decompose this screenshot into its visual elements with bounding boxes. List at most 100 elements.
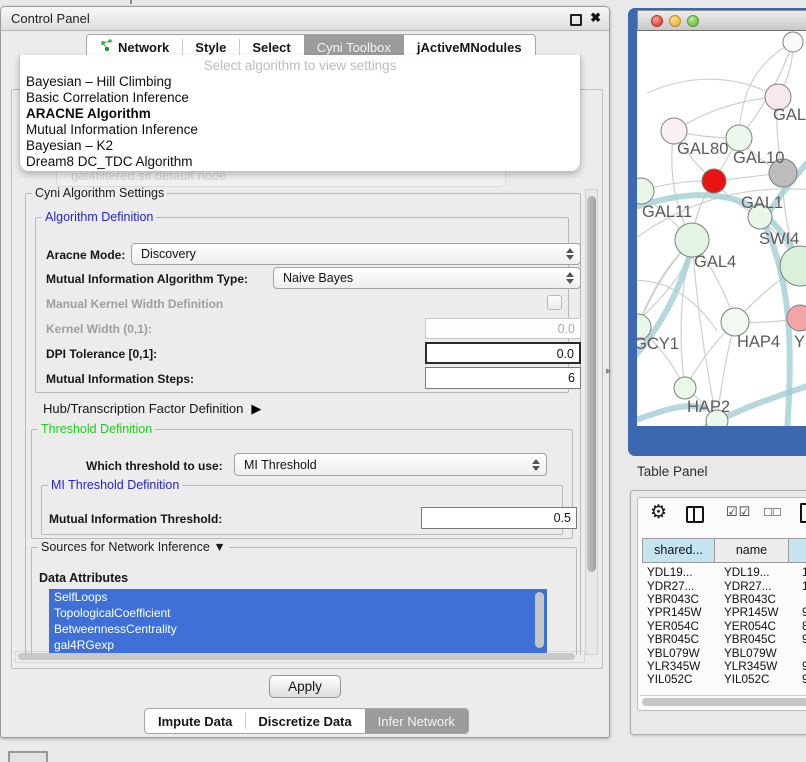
table-cell: YBL079W — [638, 647, 719, 660]
deselect-all-columns-icon[interactable]: □□ — [764, 504, 782, 519]
close-traffic-light-icon[interactable] — [651, 15, 663, 27]
export-table-icon[interactable] — [800, 503, 806, 523]
node-label-gcy1: GCY1 — [637, 335, 679, 353]
expand-arrow-icon: ▶ — [251, 401, 261, 416]
table-row[interactable]: YBR043CYBR043C — [638, 593, 806, 606]
network-node-gal1[interactable] — [702, 169, 726, 193]
network-canvas[interactable]: GALGAL80GAL10GAL1SWI4GAL11GAL4GCY1HAP4YH… — [637, 31, 806, 426]
combobox-arrows-icon — [562, 272, 580, 284]
mi-type-value: Naive Bayes — [283, 271, 562, 285]
network-tab-icon — [100, 39, 113, 55]
select-all-columns-icon[interactable]: ☑☑ — [726, 504, 751, 520]
table-cell: YPR145W — [638, 606, 719, 619]
node-label-hap2: HAP2 — [687, 398, 730, 416]
node-table: ⚙ ☑☑ □□ shared...name YDL19...YDL19...13… — [637, 497, 806, 711]
algorithm-option-bayesian-k2[interactable]: Bayesian – K2 — [20, 138, 580, 154]
table-row[interactable]: YDL19...YDL19...13 — [638, 566, 806, 579]
bottom-left-cut-widget — [8, 751, 48, 762]
network-window-titlebar[interactable] — [637, 10, 806, 31]
algorithm-dropdown-items: Bayesian – Hill ClimbingBasic Correlatio… — [20, 74, 580, 169]
tab-label: Style — [195, 40, 226, 55]
control-panel-titlebar[interactable]: Control Panel ✖ — [1, 7, 609, 31]
aracne-mode-combobox[interactable]: Discovery — [131, 243, 581, 265]
attribute-item-gal4rgexp[interactable]: gal4RGexp — [49, 637, 547, 653]
algorithm-option-bayesian-hill-climbing[interactable]: Bayesian – Hill Climbing — [20, 74, 580, 90]
table-cell: YER054C — [638, 620, 719, 633]
algorithm-definition-title: Algorithm Definition — [42, 210, 156, 225]
network-node-gal4[interactable] — [675, 223, 709, 257]
tab-infer-network[interactable]: Infer Network — [365, 709, 468, 733]
table-row[interactable]: YIL052CYIL052C9. — [638, 673, 806, 686]
kernel-width-field[interactable]: 0.0 — [425, 318, 581, 339]
table-cell: YLR345W — [719, 660, 796, 673]
table-cell: YLR345W — [638, 660, 719, 673]
column-header-name[interactable]: name — [714, 538, 789, 563]
dpi-tolerance-field[interactable]: 0.0 — [425, 342, 581, 364]
gear-icon[interactable]: ⚙ — [650, 502, 667, 524]
attribute-item-topologicalcoefficient[interactable]: TopologicalCoefficient — [49, 605, 547, 621]
node-label-y: Y — [794, 333, 805, 351]
sources-group-title: Sources for Network Inference ▼ — [38, 540, 229, 555]
mi-threshold-field[interactable]: 0.5 — [421, 507, 577, 529]
tab-discretize-data[interactable]: Discretize Data — [245, 709, 364, 733]
zoom-traffic-light-icon[interactable] — [687, 15, 699, 27]
network-node[interactable] — [783, 32, 803, 52]
aracne-mode-value: Discovery — [141, 247, 562, 261]
data-attributes-label: Data Attributes — [39, 571, 128, 585]
table-cell: YDL19... — [638, 566, 719, 579]
mi-threshold-label: Mutual Information Threshold: — [49, 512, 222, 526]
table-row[interactable]: YPR145WYPR145W9. — [638, 606, 806, 619]
table-row[interactable]: YDR27...YDR27...12 — [638, 579, 806, 592]
column-header-clipped[interactable] — [788, 538, 806, 563]
close-panel-icon[interactable]: ✖ — [590, 10, 601, 26]
network-node-gal10[interactable] — [726, 125, 752, 151]
mi-type-combobox[interactable]: Naive Bayes — [273, 267, 581, 289]
network-node-hap2[interactable] — [674, 377, 696, 399]
network-edge[interactable] — [647, 79, 778, 97]
network-node-hap4[interactable] — [721, 308, 749, 336]
collapse-arrow-icon[interactable]: ▼ — [213, 540, 225, 554]
mi-type-label: Mutual Information Algorithm Type: — [46, 272, 248, 286]
attributes-list-scrollbar[interactable] — [535, 592, 544, 648]
table-rows: YDL19...YDL19...13YDR27...YDR27...12YBR0… — [638, 566, 806, 692]
dpi-tolerance-label: DPI Tolerance [0,1]: — [46, 347, 157, 361]
attribute-item-selfloops[interactable]: SelfLoops — [49, 589, 547, 605]
tab-impute-data[interactable]: Impute Data — [145, 709, 245, 733]
algorithm-option-mutual-information-inference[interactable]: Mutual Information Inference — [20, 122, 580, 138]
column-header-shared[interactable]: shared... — [642, 538, 715, 563]
panel-splitter-arrow-icon[interactable]: ▸ — [606, 364, 612, 377]
table-panel-title: Table Panel — [637, 464, 708, 479]
split-columns-icon[interactable] — [686, 506, 704, 523]
tab-label: Discretize Data — [258, 714, 351, 729]
algorithm-option-aracne-algorithm[interactable]: ARACNE Algorithm — [20, 106, 580, 122]
node-label-gal11: GAL11 — [642, 203, 692, 221]
table-cell: YER054C — [719, 620, 796, 633]
tab-label: Cyni Toolbox — [317, 40, 391, 55]
table-row[interactable]: YLR345WYLR345W9. — [638, 660, 806, 673]
which-threshold-combobox[interactable]: MI Threshold — [234, 453, 547, 476]
tab-label: jActiveMNodules — [417, 40, 522, 55]
tab-label: Select — [252, 40, 290, 55]
hub-definition-toggle[interactable]: Hub/Transcription Factor Definition ▶ — [43, 401, 261, 417]
table-horizontal-scrollbar[interactable] — [640, 695, 806, 708]
algorithm-option-dream8-dc-tdc-algorithm[interactable]: Dream8 DC_TDC Algorithm — [20, 154, 580, 170]
network-edge[interactable] — [674, 97, 778, 131]
float-window-icon[interactable] — [570, 14, 582, 26]
scrollbar-thumb[interactable] — [642, 698, 806, 706]
attribute-item-betweennesscentrality[interactable]: BetweennessCentrality — [49, 621, 547, 637]
algorithm-option-basic-correlation-inference[interactable]: Basic Correlation Inference — [20, 90, 580, 106]
table-cell: 9. — [796, 673, 806, 686]
manual-kernel-checkbox[interactable] — [547, 295, 562, 310]
table-panel-window: ⚙ ☑☑ □□ shared...name YDL19...YDL19...13… — [630, 490, 806, 735]
table-row[interactable]: YBR045CYBR045C9. — [638, 633, 806, 646]
table-row[interactable]: YER054CYER054C8. — [638, 620, 806, 633]
mi-threshold-group-title: MI Threshold Definition — [48, 478, 182, 493]
table-row[interactable]: YBL079WYBL079W — [638, 646, 806, 659]
apply-button[interactable]: Apply — [269, 675, 341, 698]
mi-steps-field[interactable]: 6 — [425, 367, 581, 389]
aracne-mode-label: Aracne Mode: — [46, 248, 125, 262]
minimize-traffic-light-icon[interactable] — [669, 15, 681, 27]
tab-label: Impute Data — [158, 714, 232, 729]
table-cell: YBL079W — [719, 647, 796, 660]
hub-definition-label: Hub/Transcription Factor Definition — [43, 401, 243, 416]
